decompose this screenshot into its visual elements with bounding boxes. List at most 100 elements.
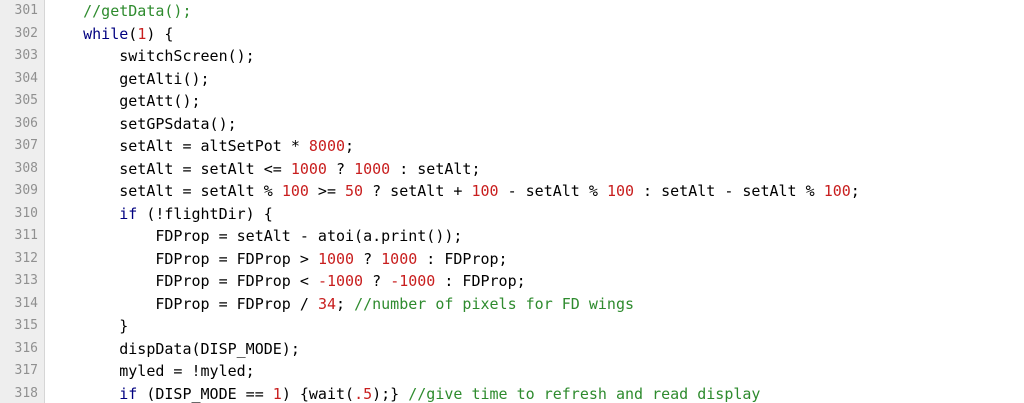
code-token-number: 1000 (381, 249, 418, 268)
code-text: if (DISP_MODE == 1) {wait(.5);} //give t… (47, 383, 760, 403)
line-number: 308 (14, 160, 38, 176)
code-line[interactable]: 309 setAlt = setAlt % 100 >= 50 ? setAlt… (0, 180, 1024, 203)
code-token-plain: getAlti(); (47, 69, 210, 88)
code-text: dispData(DISP_MODE); (47, 338, 300, 361)
code-line[interactable]: 316 dispData(DISP_MODE); (0, 338, 1024, 361)
code-token-number: 100 (606, 182, 635, 200)
code-editor[interactable]: 301 //getData(); 302 while(1) {303 switch… (0, 0, 1024, 403)
code-line[interactable]: 310 if (!flightDir) { (0, 203, 1024, 226)
code-token-comment: //getData(); (83, 2, 192, 20)
line-number: 306 (14, 115, 38, 131)
line-number: 313 (14, 273, 38, 288)
code-text: getAtt(); (47, 90, 201, 113)
code-text: setAlt = altSetPot * 8000; (47, 135, 354, 158)
code-token-comment: //number of pixels for FD wings (354, 294, 635, 313)
code-token-number: 100 (471, 182, 499, 200)
code-text: setGPSdata(); (47, 113, 237, 136)
line-number: 302 (14, 25, 38, 41)
code-token-number: 1 (272, 384, 282, 403)
code-token-plain: setGPSdata(); (47, 114, 237, 133)
code-token-number: 100 (281, 182, 309, 200)
line-number: 315 (14, 318, 38, 333)
code-line[interactable]: 311 FDProp = setAlt - atoi(a.print()); (0, 225, 1024, 248)
code-token-number: 1000 (290, 159, 327, 178)
code-line[interactable]: 314 FDProp = FDProp / 34; //number of pi… (0, 293, 1024, 316)
line-number: 307 (14, 138, 38, 153)
code-line[interactable]: 317 myled = !myled; (0, 360, 1024, 383)
code-token-plain: FDProp = FDProp / (47, 294, 318, 313)
code-token-plain: dispData(DISP_MODE); (47, 339, 300, 358)
code-token-plain: ? (326, 159, 355, 178)
code-token-number: -1000 (390, 272, 436, 290)
code-text: while(1) { (47, 23, 173, 46)
code-token-plain: FDProp = FDProp < (47, 272, 318, 290)
line-number: 309 (14, 183, 38, 198)
code-line[interactable]: 307 setAlt = altSetPot * 8000; (0, 135, 1024, 158)
code-text: setAlt = setAlt % 100 >= 50 ? setAlt + 1… (47, 180, 860, 203)
code-token-number: -1000 (317, 272, 364, 290)
code-token-number: 34 (317, 294, 336, 313)
code-token-plain: ) { (146, 24, 174, 43)
code-token-plain: setAlt = altSetPot * (47, 137, 309, 155)
code-token-plain: } (47, 317, 129, 335)
code-token-plain: ( (128, 24, 138, 43)
code-token-plain: (DISP_MODE == (137, 384, 273, 403)
code-token-plain: : FDProp; (435, 272, 526, 290)
code-line[interactable]: 313 FDProp = FDProp < -1000 ? -1000 : FD… (0, 270, 1024, 293)
code-text: FDProp = FDProp / 34; //number of pixels… (47, 293, 634, 316)
code-token-plain: myled = !myled; (47, 362, 255, 380)
code-token-plain: FDProp = FDProp > (47, 249, 318, 268)
code-token-plain: setAlt = setAlt <= (47, 159, 291, 178)
code-line[interactable]: 302 while(1) { (0, 23, 1024, 46)
code-token-plain: - setAlt % (498, 182, 607, 200)
line-number: 314 (14, 295, 38, 311)
code-line[interactable]: 312 FDProp = FDProp > 1000 ? 1000 : FDPr… (0, 248, 1024, 271)
code-text: FDProp = setAlt - atoi(a.print()); (47, 225, 462, 248)
line-number: 304 (14, 70, 38, 86)
code-line[interactable]: 301 //getData(); (0, 0, 1024, 23)
line-number: 312 (14, 250, 38, 266)
line-number: 305 (14, 93, 38, 108)
code-token-plain: : setAlt - setAlt % (634, 182, 824, 200)
line-number: 316 (14, 340, 38, 356)
code-token-keyword: if (119, 384, 138, 403)
line-number: 317 (14, 363, 38, 378)
code-line[interactable]: 308 setAlt = setAlt <= 1000 ? 1000 : set… (0, 158, 1024, 181)
code-text: if (!flightDir) { (47, 203, 273, 226)
code-token-number: 100 (823, 182, 851, 200)
code-text: FDProp = FDProp < -1000 ? -1000 : FDProp… (47, 270, 526, 293)
code-token-plain: : FDProp; (417, 249, 508, 268)
code-token-number: 50 (345, 182, 364, 200)
line-number: 318 (14, 385, 38, 401)
code-text: switchScreen(); (47, 45, 254, 68)
code-line[interactable]: 303 switchScreen(); (0, 45, 1024, 68)
code-token-comment: //give time to refresh and read display (408, 384, 761, 403)
code-line[interactable]: 304 getAlti(); (0, 68, 1024, 91)
code-line[interactable]: 306 setGPSdata(); (0, 113, 1024, 136)
code-line[interactable]: 305 getAtt(); (0, 90, 1024, 113)
code-line[interactable]: 315 } (0, 315, 1024, 338)
code-token-number: 1 (137, 24, 147, 43)
code-token-number: 8000 (308, 137, 346, 155)
code-token-plain: getAtt(); (47, 92, 201, 110)
code-token-plain: ) {wait( (281, 384, 355, 403)
code-token-plain: ? setAlt + (363, 182, 472, 200)
code-token-number: 1000 (317, 249, 355, 268)
code-text: } (47, 315, 128, 338)
code-token-plain: (!flightDir) { (137, 204, 273, 223)
code-token-plain: >= (308, 182, 346, 200)
code-line[interactable]: 318 if (DISP_MODE == 1) {wait(.5);} //gi… (0, 383, 1024, 403)
line-number: 310 (14, 205, 38, 221)
code-text: setAlt = setAlt <= 1000 ? 1000 : setAlt; (47, 158, 481, 181)
code-token-plain: ; (336, 294, 355, 313)
line-number: 301 (14, 3, 38, 18)
line-number: 303 (14, 48, 38, 63)
code-token-plain: setAlt = setAlt % (47, 182, 282, 200)
code-token-number: 1000 (354, 159, 391, 178)
code-text: myled = !myled; (47, 360, 255, 383)
code-token-plain: : setAlt; (390, 159, 481, 178)
